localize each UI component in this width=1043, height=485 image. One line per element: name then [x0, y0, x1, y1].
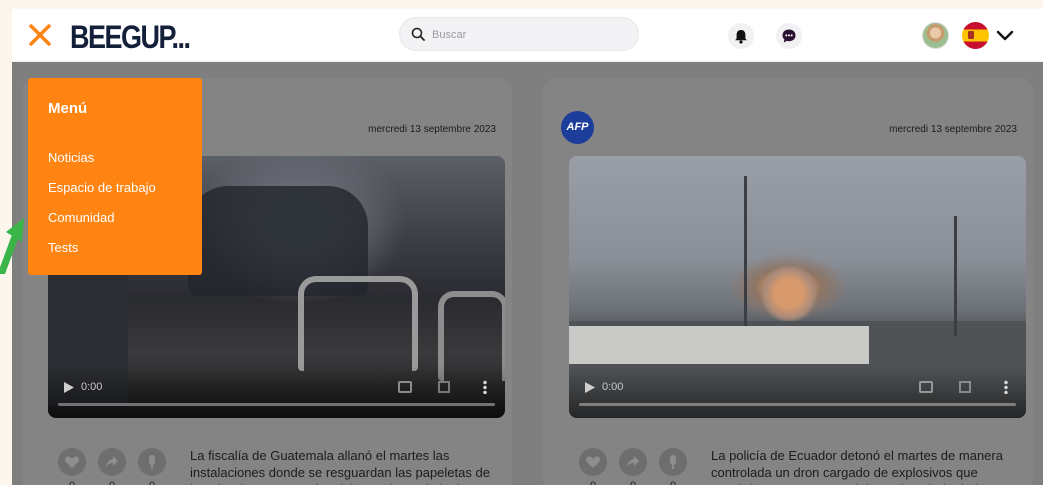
post-date: mercredi 13 septembre 2023 — [368, 124, 496, 135]
video-progress-bar[interactable] — [579, 403, 1016, 406]
page-top-border — [0, 0, 1043, 9]
menu-item-tests[interactable]: Tests — [48, 240, 78, 255]
record-count: 0 — [138, 480, 166, 485]
heart-icon — [65, 456, 79, 468]
menu-item-espacio-de-trabajo[interactable]: Espacio de trabajo — [48, 180, 156, 195]
chat-icon — [782, 29, 796, 43]
like-button[interactable] — [58, 448, 86, 476]
avatar[interactable] — [922, 22, 949, 49]
menu-item-comunidad[interactable]: Comunidad — [48, 210, 115, 225]
microphone-icon — [149, 455, 155, 469]
search-input[interactable] — [432, 25, 622, 45]
post-description: La policía de Ecuador detonó el martes d… — [711, 448, 1003, 485]
lamp-post-shape — [744, 176, 747, 326]
volume-icon[interactable] — [919, 381, 933, 393]
play-icon[interactable] — [64, 382, 74, 393]
lamp-post-shape — [954, 216, 957, 336]
explosion-shape — [759, 266, 819, 321]
more-options-icon[interactable] — [483, 380, 487, 394]
post-card: AFP mercredi 13 septembre 2023 0:00 La p… — [543, 78, 1033, 485]
video-time: 0:00 — [81, 381, 103, 393]
heart-icon — [586, 456, 600, 468]
share-icon — [627, 456, 639, 467]
like-count: 0 — [579, 480, 607, 485]
play-icon[interactable] — [585, 382, 595, 393]
prison-wall-shape — [569, 326, 869, 364]
notifications-button[interactable] — [728, 23, 754, 49]
post-description: La fiscalía de Guatemala allanó el marte… — [190, 448, 490, 485]
pointer-arrow-icon — [0, 218, 24, 274]
record-button[interactable] — [138, 448, 166, 476]
post-date: mercredi 13 septembre 2023 — [889, 124, 1017, 135]
side-menu: Menú Noticias Espacio de trabajo Comunid… — [28, 78, 202, 275]
more-options-icon[interactable] — [1004, 380, 1008, 394]
video-controls: 0:00 — [48, 366, 505, 418]
volume-icon[interactable] — [398, 381, 412, 393]
logo[interactable]: BEEGUP... — [70, 19, 191, 56]
share-button[interactable] — [619, 448, 647, 476]
share-icon — [106, 456, 118, 467]
fullscreen-icon[interactable] — [959, 381, 971, 393]
microphone-icon — [670, 455, 676, 469]
share-count: 0 — [98, 480, 126, 485]
bell-icon — [735, 30, 747, 44]
record-button[interactable] — [659, 448, 687, 476]
chevron-down-icon[interactable] — [995, 26, 1015, 46]
share-count: 0 — [619, 480, 647, 485]
video-time: 0:00 — [602, 381, 624, 393]
source-logo[interactable]: AFP — [561, 111, 594, 144]
chair-shape — [298, 276, 418, 371]
like-count: 0 — [58, 480, 86, 485]
menu-item-noticias[interactable]: Noticias — [48, 150, 94, 165]
video-progress-bar[interactable] — [58, 403, 495, 406]
record-count: 0 — [659, 480, 687, 485]
search-icon — [411, 27, 425, 41]
close-icon[interactable] — [26, 21, 54, 49]
video-controls: 0:00 — [569, 366, 1026, 418]
fullscreen-icon[interactable] — [438, 381, 450, 393]
share-button[interactable] — [98, 448, 126, 476]
messages-button[interactable] — [776, 23, 802, 49]
top-bar: BEEGUP... — [12, 9, 1043, 62]
search-box[interactable] — [399, 17, 639, 51]
video-player[interactable]: 0:00 — [569, 156, 1026, 418]
menu-title: Menú — [48, 100, 88, 117]
like-button[interactable] — [579, 448, 607, 476]
spain-flag-icon[interactable] — [962, 22, 989, 49]
